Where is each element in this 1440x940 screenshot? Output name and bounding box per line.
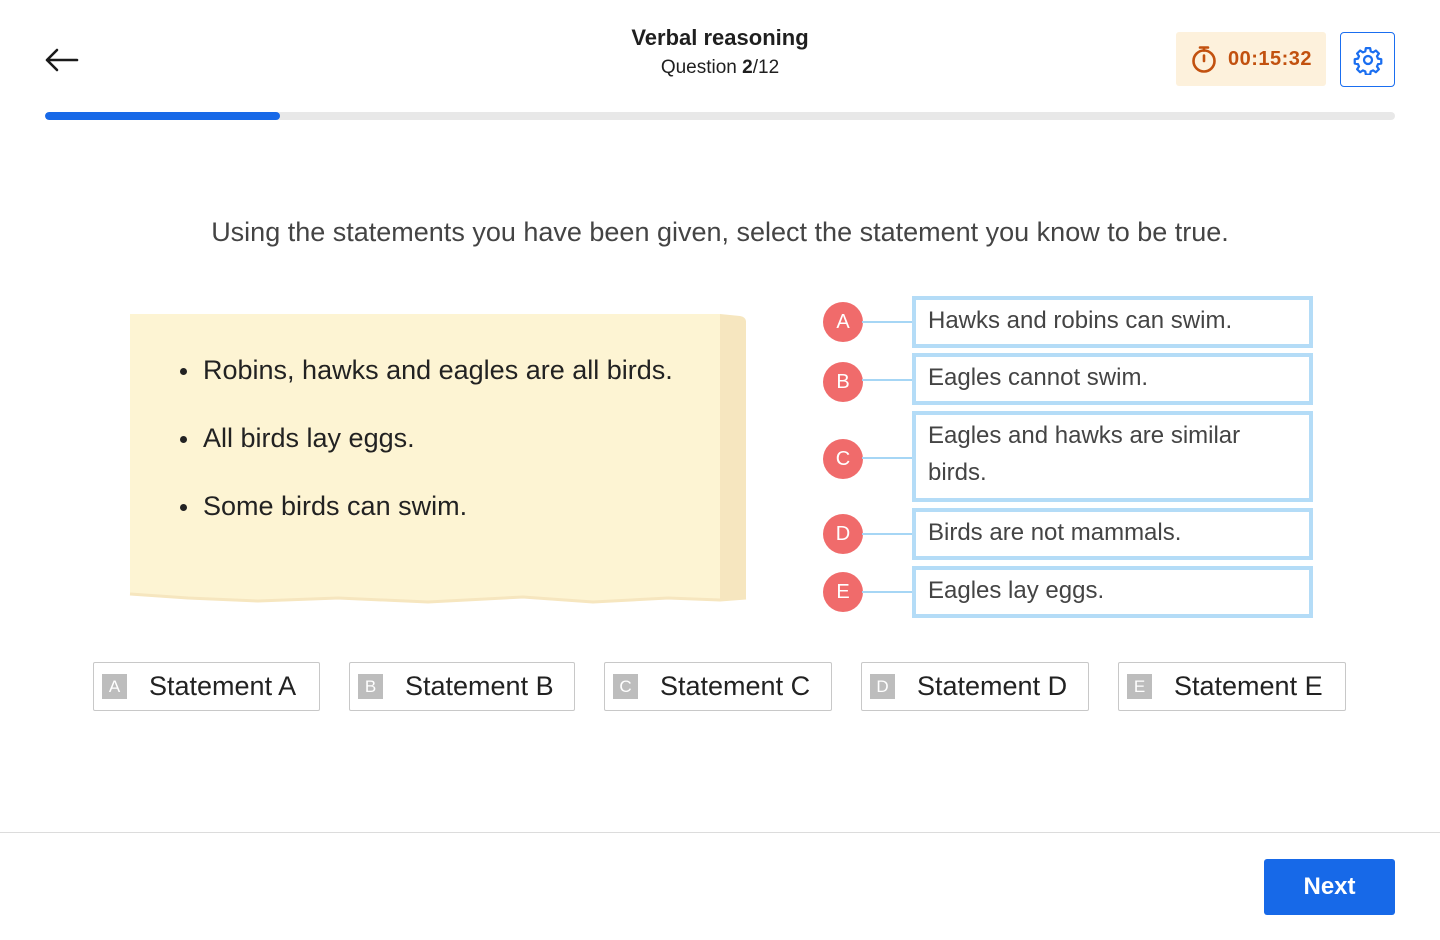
option-marker-b: B <box>823 362 863 402</box>
stopwatch-icon <box>1192 46 1216 73</box>
answer-button-b[interactable]: B Statement B <box>349 662 575 711</box>
answer-label: Statement D <box>917 671 1068 701</box>
option-connector <box>862 379 914 381</box>
answer-button-a[interactable]: A Statement A <box>93 662 320 711</box>
statement-item: Some birds can swim. <box>180 488 723 524</box>
footer-divider <box>0 832 1440 833</box>
answer-button-c[interactable]: C Statement C <box>604 662 832 711</box>
settings-button[interactable] <box>1340 32 1395 87</box>
option-box-e: Eagles lay eggs. <box>912 566 1313 618</box>
progress-fill <box>45 112 280 120</box>
statement-item: All birds lay eggs. <box>180 420 723 456</box>
statements-note: Robins, hawks and eagles are all birds. … <box>128 312 748 604</box>
question-counter-prefix: Question <box>660 57 743 78</box>
page-title: Verbal reasoning <box>631 25 809 50</box>
option-marker-e: E <box>823 572 863 612</box>
progress-bar <box>45 112 1395 120</box>
answer-button-d[interactable]: D Statement D <box>861 662 1089 711</box>
option-connector <box>862 533 914 535</box>
option-box-c: Eagles and hawks are similar birds. <box>912 411 1313 502</box>
option-connector <box>862 591 914 593</box>
answer-label: Statement E <box>1174 671 1323 701</box>
answer-label: Statement A <box>149 671 297 701</box>
answer-letter-badge: B <box>358 674 383 699</box>
answer-button-e[interactable]: E Statement E <box>1118 662 1346 711</box>
answer-letter-badge: E <box>1127 674 1152 699</box>
option-connector <box>862 457 914 459</box>
option-box-b: Eagles cannot swim. <box>912 353 1313 405</box>
question-counter: Question 2/12 <box>420 56 1020 80</box>
next-button[interactable]: Next <box>1264 859 1395 915</box>
arrow-left-icon <box>45 48 79 72</box>
question-current: 2 <box>742 57 753 78</box>
statements-list: Robins, hawks and eagles are all birds. … <box>180 352 723 556</box>
option-marker-d: D <box>823 514 863 554</box>
option-connector <box>862 321 914 323</box>
header: Verbal reasoning Question 2/12 <box>420 24 1020 80</box>
gear-icon <box>1353 46 1382 75</box>
timer-value: 00:15:32 <box>1227 47 1313 70</box>
answer-label: Statement B <box>405 671 554 701</box>
back-button[interactable] <box>40 40 84 80</box>
answer-letter-badge: A <box>102 674 127 699</box>
answer-label: Statement C <box>660 671 811 701</box>
answer-letter-badge: C <box>613 674 638 699</box>
question-total: /12 <box>752 57 780 78</box>
timer: 00:15:32 <box>1176 32 1326 86</box>
option-box-a: Hawks and robins can swim. <box>912 296 1313 348</box>
answer-letter-badge: D <box>870 674 895 699</box>
option-box-d: Birds are not mammals. <box>912 508 1313 560</box>
option-marker-a: A <box>823 302 863 342</box>
question-text: Using the statements you have been given… <box>211 217 1229 247</box>
statement-item: Robins, hawks and eagles are all birds. <box>180 352 723 388</box>
option-marker-c: C <box>823 439 863 479</box>
